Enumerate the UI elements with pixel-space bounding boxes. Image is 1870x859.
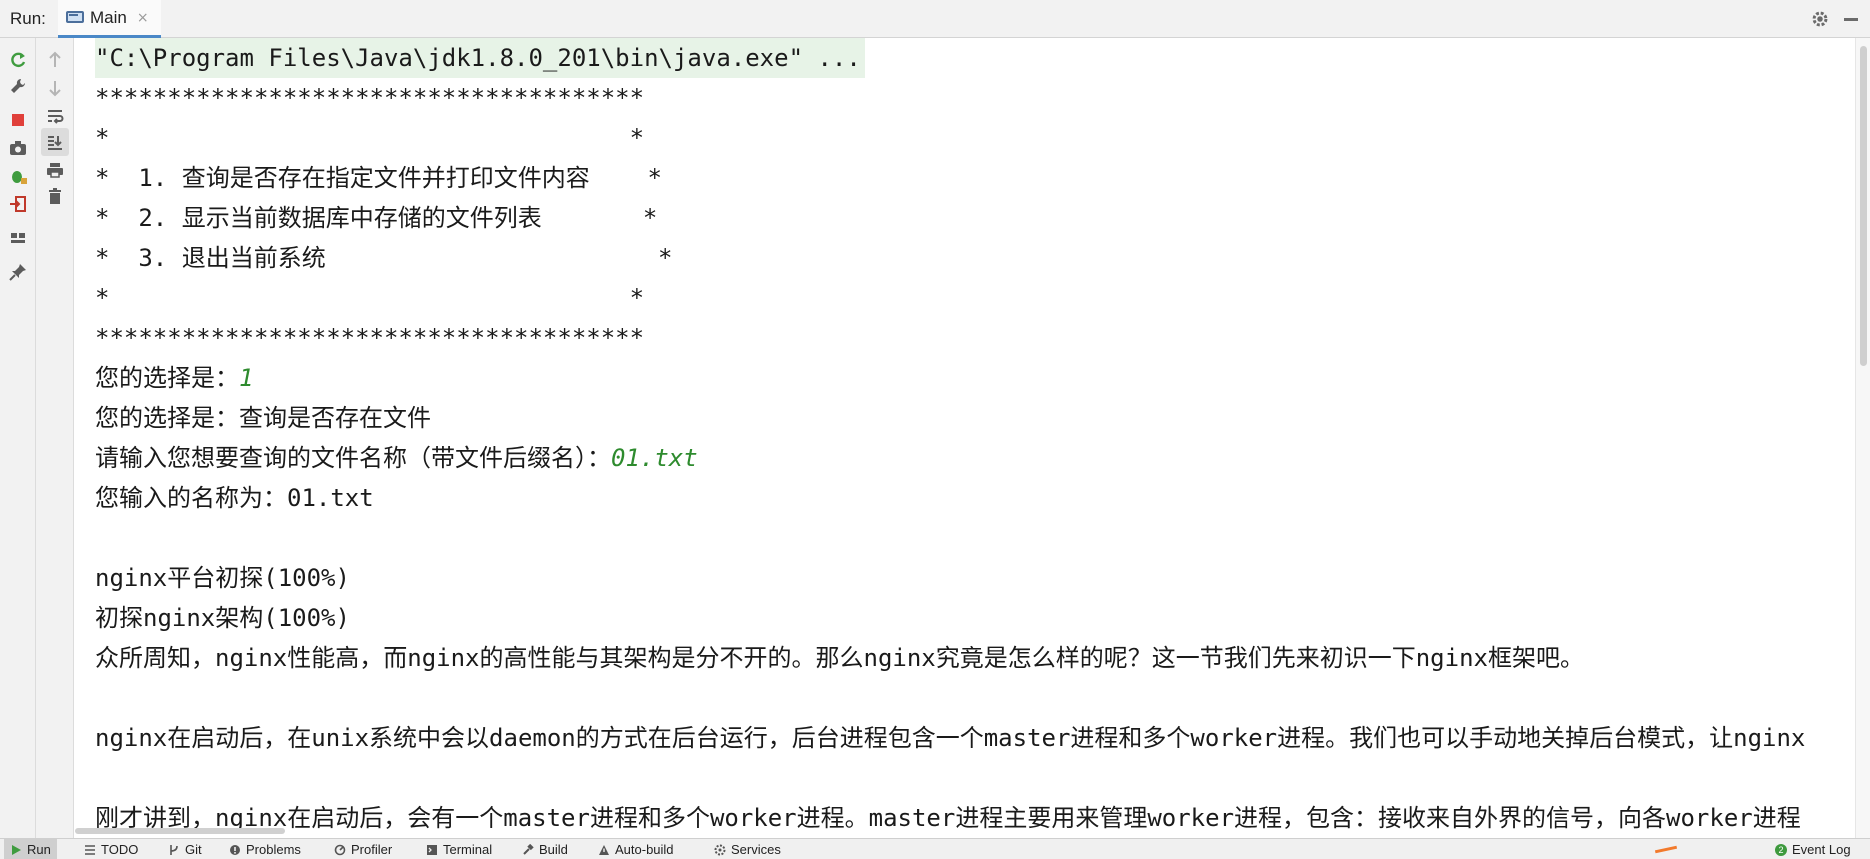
services-icon: [714, 844, 726, 855]
application-icon: [66, 10, 84, 25]
tab-main-label: Main: [90, 7, 127, 27]
wrench-icon: [11, 78, 26, 93]
stop-button[interactable]: [4, 106, 32, 134]
dump-threads-button[interactable]: [4, 134, 32, 162]
pin-icon: [9, 264, 26, 281]
bottom-tab-label: Profiler: [351, 842, 393, 857]
menu-blank-line: * *: [95, 284, 645, 312]
output-line: 初探nginx架构(100%): [95, 604, 350, 632]
user-input-filename: 01.txt: [611, 444, 698, 472]
run-actions-toolbar: [0, 38, 36, 838]
choice-echo-line: 您的选择是：查询是否存在文件: [95, 404, 431, 432]
user-input-choice: 1: [239, 364, 254, 392]
print-button[interactable]: [41, 156, 69, 184]
menu-option-1: * 1. 查询是否存在指定文件并打印文件内容 *: [95, 164, 662, 192]
soft-wrap-icon: [48, 110, 64, 124]
tool-window-bar: Run TODO Git Problems Profiler Terminal …: [0, 838, 1870, 859]
bottom-tab-services[interactable]: Services: [708, 839, 787, 859]
event-log-button[interactable]: 2 Event Log: [1769, 839, 1857, 859]
hammer-icon: [523, 843, 534, 855]
menu-border-bottom: **************************************: [95, 324, 645, 352]
pin-button[interactable]: [4, 258, 32, 286]
bottom-tab-terminal[interactable]: Terminal: [420, 839, 498, 859]
choice-prompt: 您的选择是：: [95, 364, 239, 392]
console-actions-toolbar: [36, 38, 74, 838]
bottom-tab-auto-build[interactable]: Auto-build: [592, 839, 680, 859]
menu-option-2: * 2. 显示当前数据库中存储的文件列表 *: [95, 204, 658, 232]
filename-echo-line: 您输入的名称为：01.txt: [95, 484, 374, 512]
gear-icon[interactable]: [1809, 8, 1831, 30]
camera-icon: [10, 141, 26, 155]
output-line: 众所周知，nginx性能高，而nginx的高性能与其架构是分不开的。那么ngin…: [95, 644, 1584, 672]
warning-icon: [230, 844, 240, 855]
filename-prompt: 请输入您想要查询的文件名称（带文件后缀名）：: [95, 444, 611, 472]
branch-icon: [170, 844, 178, 855]
stop-icon: [12, 114, 24, 126]
layout-icon: [11, 233, 25, 243]
layout-button[interactable]: [4, 224, 32, 252]
choice-prompt-line: 您的选择是：1: [95, 358, 253, 398]
bottom-tab-label: Problems: [246, 842, 301, 857]
horizontal-scrollbar-thumb[interactable]: [75, 828, 285, 834]
scroll-down-button[interactable]: [41, 74, 69, 102]
arrow-down-icon: [49, 81, 61, 97]
close-tab-icon[interactable]: ×: [137, 10, 149, 26]
arrow-up-icon: [49, 51, 61, 67]
wrench-button[interactable]: [4, 72, 32, 100]
terminal-icon: [427, 844, 437, 855]
bottom-tab-label: Auto-build: [615, 842, 674, 857]
bottom-tab-profiler[interactable]: Profiler: [328, 839, 398, 859]
command-line: "C:\Program Files\Java\jdk1.8.0_201\bin\…: [95, 38, 865, 78]
bottom-tab-label: Git: [185, 842, 202, 857]
event-count-badge: 2: [1775, 843, 1787, 856]
run-label: Run:: [10, 9, 46, 28]
bottom-tab-label: TODO: [101, 842, 139, 857]
debug-run-button[interactable]: [4, 162, 32, 190]
bottom-tab-label: Terminal: [443, 842, 493, 857]
printer-icon: [47, 163, 63, 178]
menu-blank-line: * *: [95, 124, 645, 152]
bottom-tab-problems[interactable]: Problems: [223, 839, 307, 859]
trash-icon: [49, 188, 61, 204]
bottom-tab-label: Build: [539, 842, 568, 857]
bug-icon: [12, 171, 27, 184]
scroll-to-end-button[interactable]: [41, 128, 69, 156]
login-button[interactable]: [4, 190, 32, 218]
gauge-icon: [334, 844, 346, 855]
soft-wrap-button[interactable]: [41, 102, 69, 130]
vertical-scrollbar[interactable]: [1855, 38, 1870, 838]
filename-prompt-line: 请输入您想要查询的文件名称（带文件后缀名）：01.txt: [95, 438, 698, 478]
tab-main[interactable]: Main ×: [58, 0, 161, 38]
output-line: nginx平台初探(100%): [95, 564, 350, 592]
bottom-tab-run[interactable]: Run: [4, 839, 57, 859]
output-line: 刚才讲到，nginx在启动后，会有一个master进程和多个worker进程。m…: [95, 804, 1801, 832]
bottom-tab-build[interactable]: Build: [516, 839, 574, 859]
list-icon: [85, 844, 95, 855]
bottom-tab-label: Services: [731, 842, 781, 857]
bottom-tab-label: Run: [27, 842, 51, 857]
menu-option-3: * 3. 退出当前系统 *: [95, 244, 673, 272]
minimize-icon[interactable]: [1844, 18, 1858, 21]
run-tool-window-header: Run: Main ×: [0, 0, 1870, 38]
scroll-up-button[interactable]: [41, 46, 69, 74]
play-icon: [12, 844, 21, 855]
menu-border-top: **************************************: [95, 84, 645, 112]
bottom-tab-git[interactable]: Git: [162, 839, 208, 859]
console-output[interactable]: "C:\Program Files\Java\jdk1.8.0_201\bin\…: [75, 38, 1855, 838]
scroll-to-end-icon: [48, 136, 62, 150]
vertical-scrollbar-thumb[interactable]: [1860, 46, 1867, 366]
enter-icon: [10, 196, 26, 212]
output-line: nginx在启动后，在unix系统中会以daemon的方式在后台运行，后台进程包…: [95, 724, 1806, 752]
triangle-icon: [599, 844, 609, 855]
event-log-label: Event Log: [1792, 842, 1851, 857]
bottom-tab-todo[interactable]: TODO: [78, 839, 144, 859]
clear-all-button[interactable]: [41, 182, 69, 210]
